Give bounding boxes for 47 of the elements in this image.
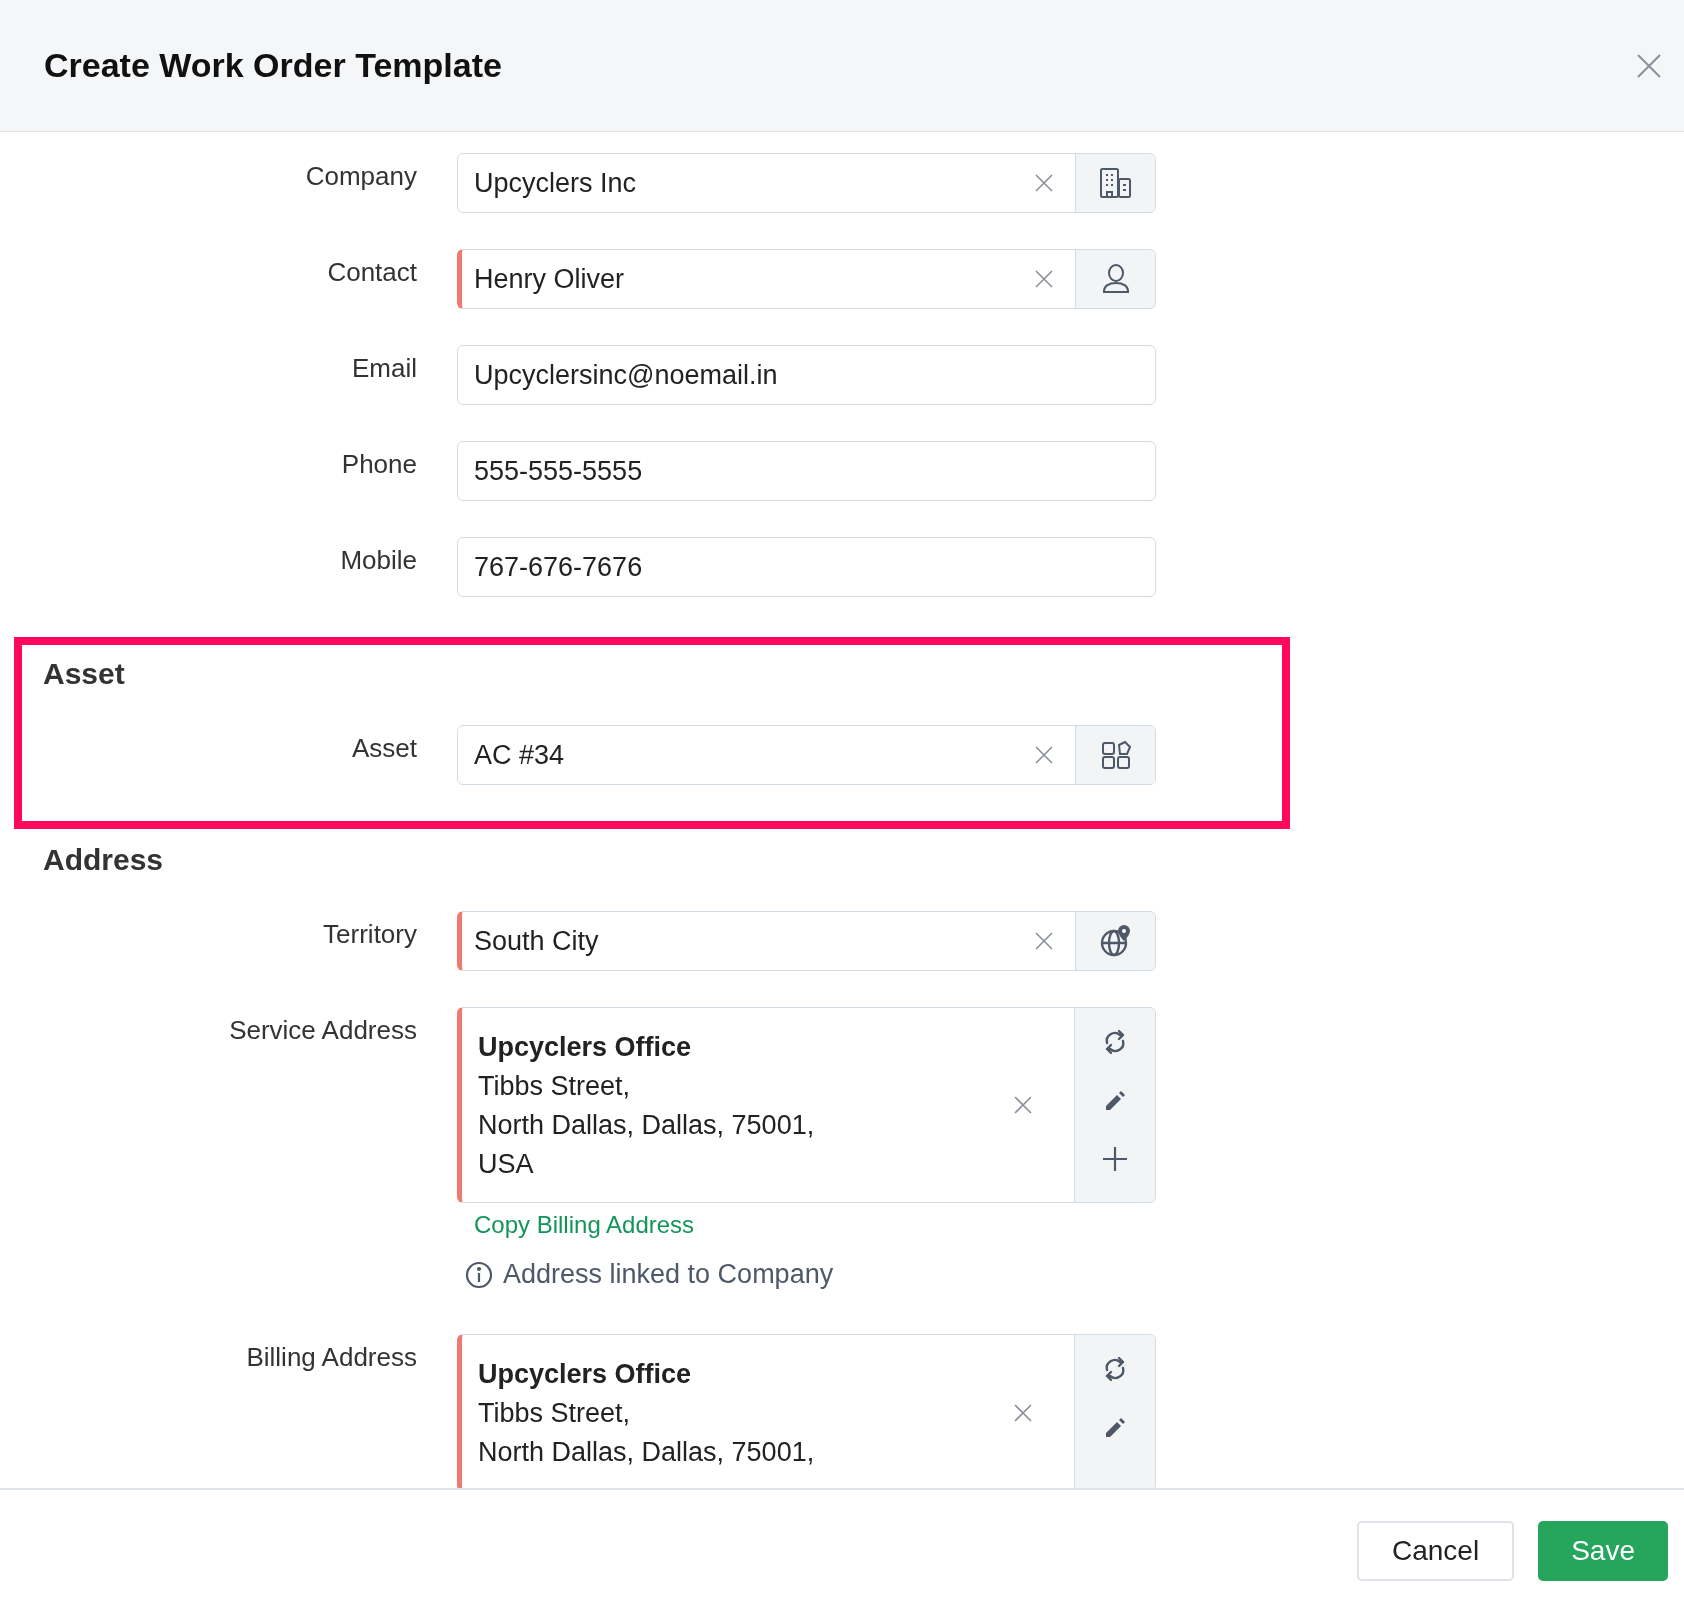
- input-field[interactable]: Upcyclersinc@noemail.in: [457, 345, 1156, 405]
- field-label: Contact: [326, 256, 417, 289]
- address-line: Tibbs Street,: [478, 1397, 632, 1430]
- refresh-icon[interactable]: [1103, 1028, 1127, 1056]
- input-field[interactable]: 555-555-5555: [457, 441, 1156, 501]
- field-label: Company: [304, 160, 417, 193]
- clear-icon[interactable]: [1014, 1096, 1032, 1114]
- address-line: USA: [478, 1148, 535, 1181]
- close-icon[interactable]: [1636, 52, 1662, 79]
- person-icon[interactable]: [1075, 250, 1155, 308]
- pencil-icon[interactable]: [1104, 1417, 1126, 1439]
- address-note: Address linked to Company: [503, 1259, 834, 1290]
- input-field[interactable]: 767-676-7676: [457, 537, 1156, 597]
- dialog-title: Create Work Order Template: [44, 46, 502, 85]
- address-line: Tibbs Street,: [478, 1070, 632, 1103]
- field-label: Territory: [322, 918, 417, 951]
- section-heading: Address: [42, 843, 165, 877]
- field-label: Email: [351, 352, 417, 385]
- input-field[interactable]: Henry Oliver: [457, 249, 1156, 309]
- address-field[interactable]: Upcyclers Office Tibbs Street, North Dallas, Dallas, 75001, USA: [457, 1007, 1156, 1203]
- clear-icon[interactable]: [1035, 174, 1053, 192]
- address-title: Upcyclers Office: [478, 1031, 693, 1064]
- clear-icon[interactable]: [1035, 932, 1053, 950]
- section-heading: Asset: [42, 657, 126, 691]
- input-field[interactable]: Upcyclers Inc: [457, 153, 1156, 213]
- refresh-icon[interactable]: [1103, 1355, 1127, 1383]
- info-icon: [465, 1260, 493, 1289]
- plus-icon[interactable]: [1102, 1146, 1128, 1172]
- field-label: Phone: [340, 448, 417, 481]
- input-field[interactable]: South City: [457, 911, 1156, 971]
- field-label: Mobile: [339, 544, 417, 577]
- pencil-icon[interactable]: [1104, 1090, 1126, 1112]
- address-line: North Dallas, Dallas, 75001,: [478, 1436, 816, 1469]
- address-title: Upcyclers Office: [478, 1358, 693, 1391]
- cancel-button[interactable]: Cancel: [1357, 1521, 1515, 1581]
- field-label: Asset: [350, 732, 417, 765]
- clear-icon[interactable]: [1035, 746, 1053, 764]
- field-label: Billing Address: [245, 1341, 417, 1374]
- globe-pin-icon[interactable]: [1075, 912, 1155, 970]
- grid-icon[interactable]: [1075, 726, 1155, 784]
- copy-billing-address-link[interactable]: Copy Billing Address: [474, 1211, 695, 1239]
- clear-icon[interactable]: [1014, 1403, 1032, 1422]
- input-field[interactable]: AC #34: [457, 725, 1156, 785]
- address-line: North Dallas, Dallas, 75001,: [478, 1109, 816, 1142]
- building-icon[interactable]: [1075, 154, 1155, 212]
- clear-icon[interactable]: [1035, 270, 1053, 288]
- field-label: Service Address: [228, 1014, 417, 1047]
